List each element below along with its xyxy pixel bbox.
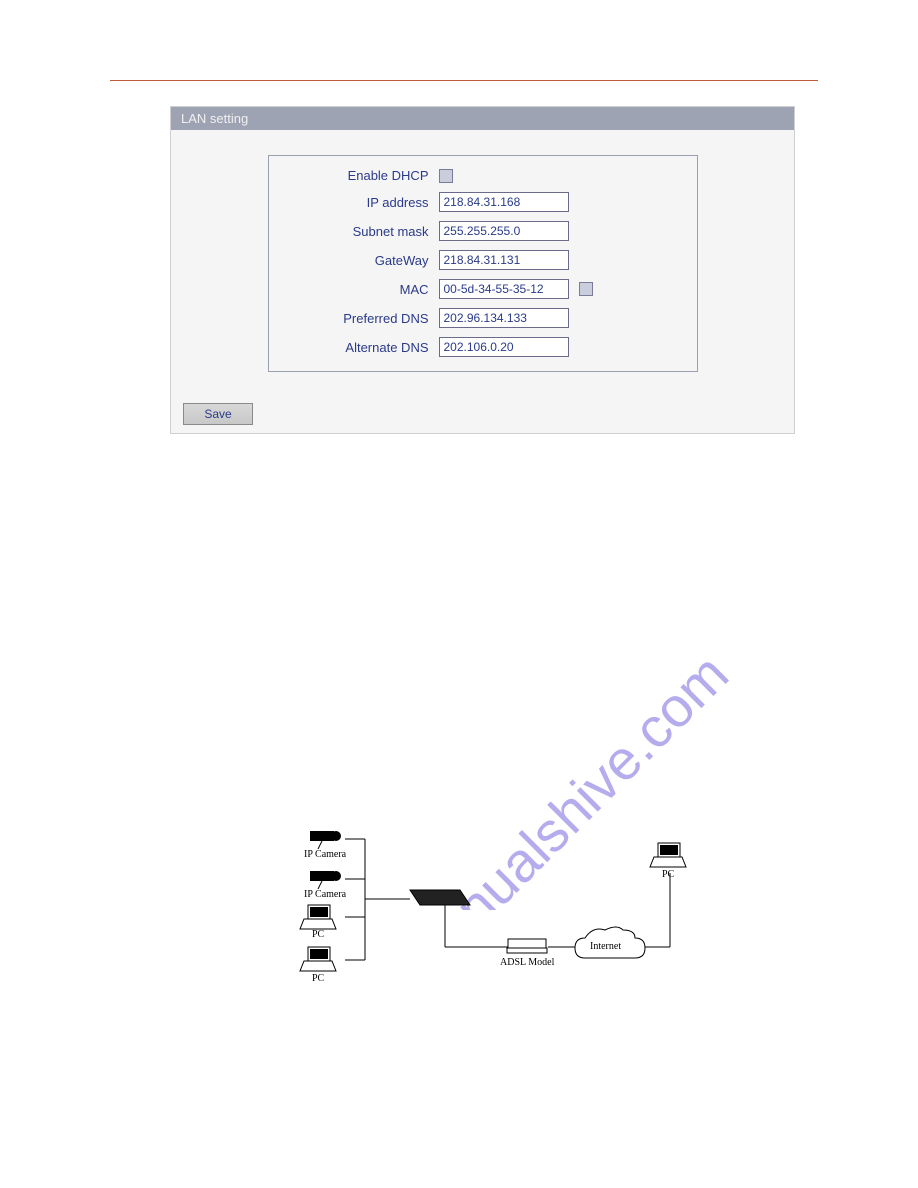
input-preferred-dns[interactable] (439, 308, 569, 328)
save-button[interactable]: Save (183, 403, 253, 425)
top-divider (110, 80, 818, 81)
row-subnet: Subnet mask (269, 221, 697, 241)
row-gateway: GateWay (269, 250, 697, 270)
input-gateway[interactable] (439, 250, 569, 270)
label-preferred-dns: Preferred DNS (269, 311, 439, 326)
row-mac: MAC (269, 279, 697, 299)
label-pc-right: PC (662, 869, 674, 880)
network-diagram: IP Camera IP Camera PC PC ADSL Model Int… (270, 825, 710, 1005)
lan-setting-panel: LAN setting Enable DHCP IP address Subne… (170, 106, 795, 434)
checkbox-enable-dhcp[interactable] (439, 169, 453, 183)
pc-icon (300, 905, 336, 929)
checkbox-mac[interactable] (579, 282, 593, 296)
label-pc-2: PC (312, 973, 324, 984)
input-subnet-mask[interactable] (439, 221, 569, 241)
label-gateway: GateWay (269, 253, 439, 268)
label-ip-camera-2: IP Camera (304, 889, 346, 900)
form-box: Enable DHCP IP address Subnet mask GateW… (268, 155, 698, 372)
save-bar: Save (171, 397, 794, 433)
input-alternate-dns[interactable] (439, 337, 569, 357)
row-ip: IP address (269, 192, 697, 212)
form-area: Enable DHCP IP address Subnet mask GateW… (171, 130, 794, 397)
label-enable-dhcp: Enable DHCP (269, 168, 439, 183)
label-subnet-mask: Subnet mask (269, 224, 439, 239)
row-pref-dns: Preferred DNS (269, 308, 697, 328)
input-mac[interactable] (439, 279, 569, 299)
panel-title: LAN setting (171, 107, 794, 130)
row-dhcp: Enable DHCP (269, 168, 697, 183)
pc-icon (650, 843, 686, 867)
label-pc-1: PC (312, 929, 324, 940)
label-internet: Internet (590, 941, 621, 952)
input-ip-address[interactable] (439, 192, 569, 212)
row-alt-dns: Alternate DNS (269, 337, 697, 357)
label-mac: MAC (269, 282, 439, 297)
ip-camera-icon (310, 871, 341, 889)
ip-camera-icon (310, 831, 341, 849)
label-ip-camera-1: IP Camera (304, 849, 346, 860)
label-alternate-dns: Alternate DNS (269, 340, 439, 355)
pc-icon (300, 947, 336, 971)
label-adsl: ADSL Model (500, 957, 554, 968)
label-ip-address: IP address (269, 195, 439, 210)
